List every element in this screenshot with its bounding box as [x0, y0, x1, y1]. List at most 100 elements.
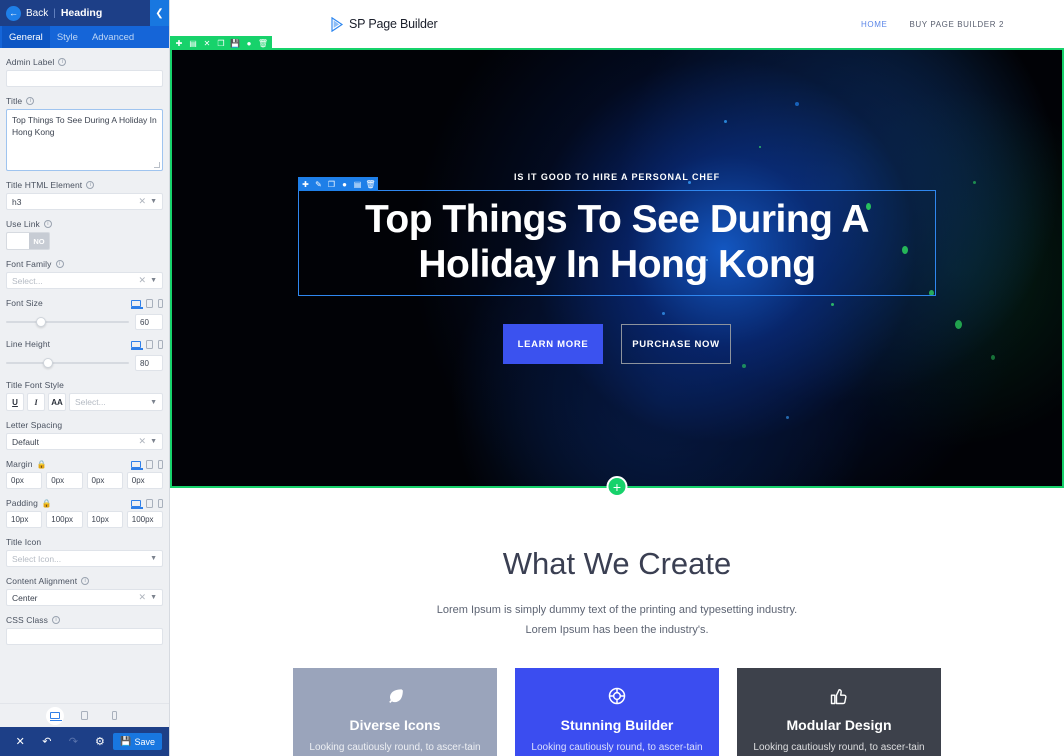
chevron-down-icon[interactable]: ▼ — [150, 555, 157, 562]
info-icon[interactable]: i — [52, 616, 60, 624]
font-family-select[interactable]: Select... ✕ ▼ — [6, 272, 163, 289]
mobile-icon[interactable] — [158, 498, 163, 508]
underline-button[interactable]: U — [6, 393, 24, 411]
mobile-icon[interactable] — [158, 298, 163, 308]
lock-icon[interactable]: 🔒 — [37, 460, 47, 469]
purchase-now-button[interactable]: PURCHASE NOW — [621, 324, 731, 364]
margin-left-input[interactable]: 0px — [126, 472, 163, 489]
lock-icon[interactable]: 🔒 — [42, 499, 52, 508]
mobile-icon[interactable] — [158, 339, 163, 349]
duplicate-icon[interactable]: ❐ — [214, 36, 228, 50]
nav-link-buy-page-builder[interactable]: BUY PAGE BUILDER 2 — [909, 20, 1004, 29]
header-separator: | — [53, 7, 56, 19]
clear-icon[interactable]: ✕ — [139, 592, 147, 603]
feature-card-stunning-builder[interactable]: Stunning Builder Looking cautiously roun… — [515, 668, 719, 756]
desktop-icon[interactable] — [131, 499, 143, 509]
desktop-icon[interactable] — [131, 460, 143, 470]
content-alignment-select[interactable]: Center ✕ ▼ — [6, 589, 163, 606]
font-size-value[interactable]: 60 — [135, 314, 163, 330]
move-icon[interactable]: ✚ — [299, 177, 312, 191]
margin-top-input[interactable]: 0px — [6, 472, 43, 489]
responsive-toggle-group — [131, 298, 163, 309]
info-icon[interactable]: i — [86, 181, 95, 189]
trash-icon[interactable]: 🗑 — [364, 177, 377, 191]
section-hero[interactable]: ✚ ▤ ✕ ❐ 💾 ● 🗑 IS IT GOOD TO HIRE A PERSO… — [170, 36, 1064, 497]
margin-bottom-input[interactable]: 0px — [86, 472, 123, 489]
tablet-icon[interactable] — [146, 339, 153, 349]
tablet-icon[interactable] — [146, 459, 153, 469]
clear-icon[interactable]: ✕ — [139, 436, 147, 447]
chevron-down-icon[interactable]: ▼ — [150, 277, 157, 284]
clear-icon[interactable]: ✕ — [139, 196, 147, 207]
title-html-element-select[interactable]: h3 ✕ ▼ — [6, 193, 163, 210]
save-button[interactable]: 💾 Save — [113, 733, 162, 750]
slider-handle[interactable] — [35, 317, 46, 327]
feature-card-diverse-icons[interactable]: Diverse Icons Looking cautiously round, … — [293, 668, 497, 756]
margin-right-input[interactable]: 0px — [46, 472, 83, 489]
close-icon[interactable]: ✕ — [7, 735, 34, 748]
chevron-down-icon[interactable]: ▼ — [150, 399, 157, 406]
card-description: Looking cautiously round, to ascer-tain — [309, 742, 481, 753]
add-section-button[interactable]: + — [606, 476, 628, 497]
back-label[interactable]: Back — [26, 8, 48, 19]
text-transform-button[interactable]: AA — [48, 393, 66, 411]
use-link-toggle[interactable]: NO — [6, 232, 50, 250]
desktop-icon[interactable] — [45, 706, 64, 725]
desktop-icon[interactable] — [131, 340, 143, 350]
learn-more-button[interactable]: LEARN MORE — [503, 324, 603, 364]
columns-icon[interactable]: ▤ — [351, 177, 364, 191]
chevron-left-icon[interactable]: ❮ — [150, 0, 169, 26]
redo-icon[interactable]: ↷ — [60, 735, 87, 748]
save-icon[interactable]: 💾 — [228, 36, 242, 50]
padding-top-input[interactable]: 10px — [6, 511, 43, 528]
padding-left-input[interactable]: 100px — [126, 511, 163, 528]
nav-link-home[interactable]: HOME — [861, 20, 887, 29]
tablet-icon[interactable] — [76, 707, 94, 725]
heading-module-selected[interactable]: ✚ ✎ ❐ ● ▤ 🗑 Top Things To See During A H… — [298, 177, 936, 296]
info-icon[interactable]: i — [58, 58, 67, 66]
clear-icon[interactable]: ✕ — [139, 275, 147, 286]
letter-spacing-select[interactable]: Default ✕ ▼ — [6, 433, 163, 450]
feature-card-modular-design[interactable]: Modular Design Looking cautiously round,… — [737, 668, 941, 756]
info-icon[interactable]: i — [43, 220, 52, 228]
padding-right-input[interactable]: 100px — [46, 511, 83, 528]
tab-general[interactable]: General — [2, 26, 50, 48]
title-textarea[interactable]: Top Things To See During A Holiday In Ho… — [6, 109, 163, 171]
site-logo[interactable]: SP Page Builder — [330, 16, 438, 32]
title-icon-select[interactable]: Select Icon... ▼ — [6, 550, 163, 567]
info-icon[interactable]: i — [26, 97, 35, 105]
mobile-icon[interactable] — [158, 459, 163, 469]
tab-advanced[interactable]: Advanced — [85, 26, 141, 48]
undo-icon[interactable]: ↶ — [34, 735, 61, 748]
chevron-down-icon[interactable]: ▼ — [150, 438, 157, 445]
tablet-icon[interactable] — [146, 498, 153, 508]
slider-handle[interactable] — [42, 358, 53, 368]
info-icon[interactable]: i — [81, 577, 90, 585]
chevron-down-icon[interactable]: ▼ — [150, 594, 157, 601]
move-icon[interactable]: ✚ — [172, 36, 186, 50]
gear-icon[interactable]: ⚙ — [87, 735, 114, 748]
css-class-input[interactable] — [6, 628, 163, 645]
trash-icon[interactable]: 🗑 — [256, 36, 270, 50]
line-height-slider[interactable] — [6, 357, 129, 369]
font-style-select[interactable]: Select... ▼ — [69, 393, 163, 411]
back-arrow-icon[interactable]: ← — [6, 5, 21, 21]
duplicate-icon[interactable]: ❐ — [325, 177, 338, 191]
mobile-icon[interactable] — [106, 707, 124, 725]
italic-button[interactable]: I — [27, 393, 45, 411]
edit-icon[interactable]: ✎ — [312, 177, 325, 191]
tab-style[interactable]: Style — [50, 26, 85, 48]
tablet-icon[interactable] — [146, 298, 153, 308]
desktop-icon[interactable] — [131, 299, 143, 309]
eye-icon[interactable]: ● — [242, 36, 256, 50]
chevron-down-icon[interactable]: ▼ — [150, 198, 157, 205]
font-size-slider[interactable] — [6, 316, 129, 328]
section-subtitle-line1: Lorem Ipsum is simply dummy text of the … — [436, 604, 798, 616]
line-height-value[interactable]: 80 — [135, 355, 163, 371]
padding-bottom-input[interactable]: 10px — [86, 511, 123, 528]
admin-label-input[interactable] — [6, 70, 163, 87]
close-icon[interactable]: ✕ — [200, 36, 214, 50]
columns-icon[interactable]: ▤ — [186, 36, 200, 50]
eye-icon[interactable]: ● — [338, 177, 351, 191]
info-icon[interactable]: i — [55, 260, 64, 268]
